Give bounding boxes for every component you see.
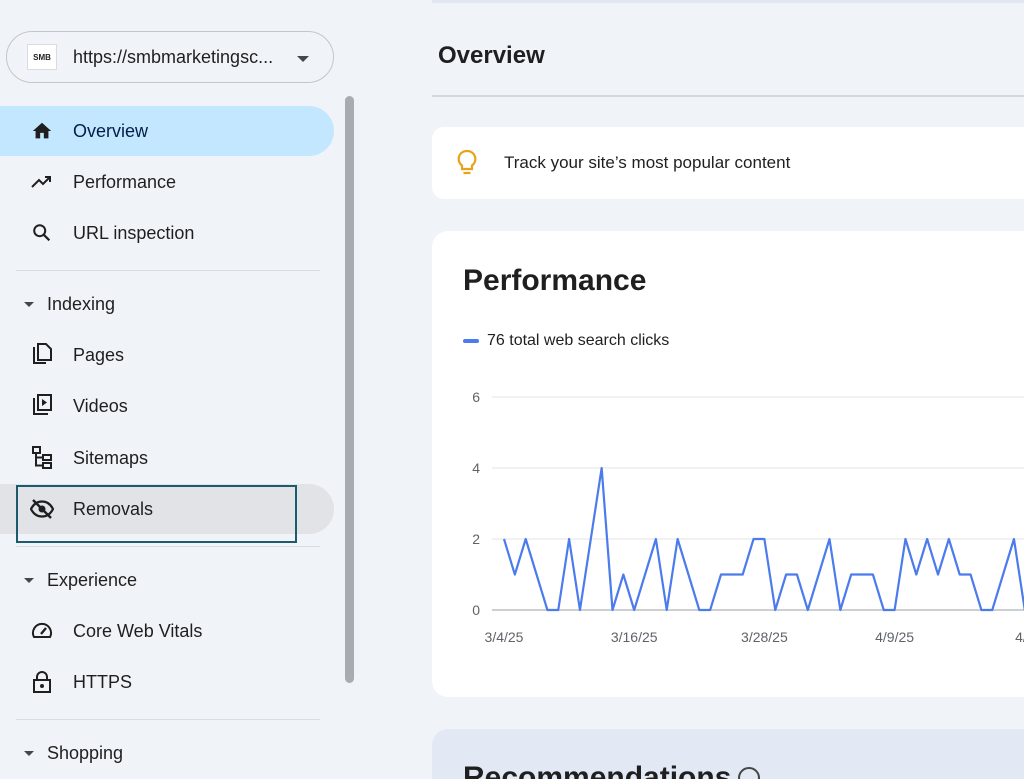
section-title: Shopping (47, 742, 124, 763)
sidebar-divider (16, 719, 320, 720)
y-tick-label: 6 (472, 389, 480, 405)
page-title: Overview (438, 42, 545, 69)
caret-down-icon (24, 301, 34, 307)
property-selector[interactable]: SMB https://smbmarketingsc... (6, 31, 334, 83)
help-icon[interactable] (738, 767, 760, 779)
x-tick-label: 3/16/25 (611, 629, 658, 645)
tip-text: Track your site’s most popular content (504, 153, 791, 172)
sidebar-item-sitemaps[interactable]: Sitemaps (0, 433, 334, 483)
videos-icon (30, 394, 54, 418)
y-tick-label: 0 (472, 602, 480, 618)
sidebar-item-label: Videos (73, 395, 128, 416)
sidebar: SMB https://smbmarketingsc... Overview P… (0, 0, 360, 779)
speed-icon (30, 619, 54, 643)
sidebar-item-core-web-vitals[interactable]: Core Web Vitals (0, 606, 334, 656)
performance-chart[interactable]: 0 2 4 6 3/4/25 3/16/25 3/28/25 4/9/25 4/2 (432, 231, 1024, 697)
sitemaps-icon (30, 446, 54, 470)
property-url: https://smbmarketingsc... (73, 46, 274, 67)
sidebar-scrollbar[interactable] (345, 96, 354, 683)
y-tick-label: 4 (472, 460, 480, 476)
title-divider (432, 95, 1024, 97)
recommendations-title: Recommendations (463, 761, 732, 779)
sidebar-item-label: Pages (73, 344, 125, 365)
search-icon (30, 221, 54, 245)
sidebar-item-label: Performance (73, 171, 177, 192)
sidebar-item-label: HTTPS (73, 671, 133, 692)
focus-ring (16, 485, 297, 543)
y-tick-label: 2 (472, 531, 480, 547)
sidebar-divider (16, 546, 320, 547)
section-experience[interactable]: Experience (0, 562, 320, 598)
sidebar-item-performance[interactable]: Performance (0, 157, 334, 207)
sidebar-divider (16, 270, 320, 271)
x-tick-label: 4/2 (1015, 629, 1024, 645)
sidebar-item-pages[interactable]: Pages (0, 330, 334, 380)
sidebar-item-overview[interactable]: Overview (0, 106, 334, 156)
header-strip (432, 0, 1024, 3)
lock-icon (30, 670, 54, 694)
sidebar-item-url-inspection[interactable]: URL inspection (0, 208, 334, 258)
performance-card: Performance 76 total web search clicks 0… (432, 231, 1024, 697)
sidebar-item-label: Core Web Vitals (73, 620, 203, 641)
trending-up-icon (30, 170, 54, 194)
caret-down-icon (24, 750, 34, 756)
sidebar-item-videos[interactable]: Videos (0, 381, 334, 431)
x-tick-label: 3/28/25 (741, 629, 788, 645)
section-title: Indexing (47, 293, 116, 314)
x-tick-label: 3/4/25 (485, 629, 524, 645)
property-logo: SMB (27, 44, 57, 70)
home-icon (30, 119, 54, 143)
chevron-down-icon[interactable] (297, 56, 309, 62)
caret-down-icon (24, 577, 34, 583)
section-shopping[interactable]: Shopping (0, 735, 320, 771)
tip-card[interactable]: Track your site’s most popular content (432, 127, 1024, 199)
pages-icon (30, 343, 54, 367)
section-title: Experience (47, 569, 138, 590)
lightbulb-icon (456, 149, 478, 182)
recommendations-card: Recommendations (432, 729, 1024, 779)
sidebar-item-https[interactable]: HTTPS (0, 657, 334, 707)
sidebar-item-label: Sitemaps (73, 447, 149, 468)
section-indexing[interactable]: Indexing (0, 286, 320, 322)
sidebar-item-label: URL inspection (73, 222, 195, 243)
sidebar-item-label: Overview (73, 120, 149, 141)
x-tick-label: 4/9/25 (875, 629, 914, 645)
